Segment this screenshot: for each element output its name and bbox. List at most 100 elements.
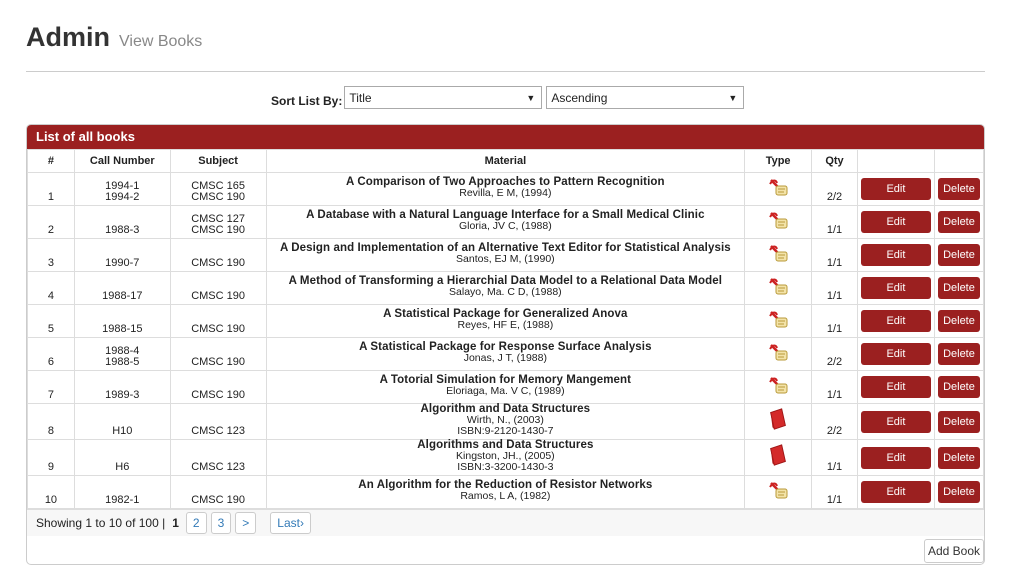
call-number: 1982-1 — [105, 494, 140, 506]
delete-button[interactable]: Delete — [937, 481, 980, 503]
table-row: 3 1990-7 CMSC 190 A Design and Implementati… — [27, 238, 984, 272]
thesis-icon — [767, 176, 789, 198]
delete-button[interactable]: Delete — [937, 410, 980, 433]
qty-cell: 1/1 — [811, 238, 858, 272]
last-page-button[interactable]: Last› — [270, 512, 311, 534]
edit-button[interactable]: Edit — [860, 178, 931, 200]
subject-cell: CMSC 123 — [169, 403, 267, 440]
page-title: Admin — [26, 22, 110, 52]
edit-button[interactable]: Edit — [860, 310, 931, 332]
qty-text: 2/2 — [826, 356, 843, 368]
call-number: 1989-3 — [105, 389, 140, 401]
edit-cell: Edit — [856, 439, 935, 476]
row-number-text: 3 — [47, 257, 54, 269]
delete-button[interactable]: Delete — [937, 376, 980, 398]
book-icon — [767, 407, 789, 430]
call-number: 1988-5 — [105, 356, 140, 368]
qty-cell: 2/2 — [811, 172, 858, 206]
edit-cell: Edit — [856, 271, 935, 305]
thesis-icon — [767, 209, 789, 231]
subject: CMSC 190 — [191, 356, 245, 368]
edit-cell: Edit — [856, 370, 935, 404]
material-cell: A Statistical Package for Generalized An… — [265, 304, 746, 338]
row-number-text: 5 — [47, 323, 54, 335]
delete-button[interactable]: Delete — [937, 310, 980, 332]
delete-button[interactable]: Delete — [937, 211, 980, 233]
delete-button[interactable]: Delete — [937, 244, 980, 266]
table-row: 4 1988-17 CMSC 190 A Method of Transforming… — [27, 271, 984, 305]
row-number: 9 — [27, 439, 75, 476]
type-cell — [744, 271, 813, 305]
subject: CMSC 190 — [191, 224, 245, 236]
edit-button[interactable]: Edit — [860, 481, 931, 503]
edit-button[interactable]: Edit — [860, 277, 931, 299]
edit-button[interactable]: Edit — [860, 410, 931, 433]
subject-cell: CMSC 190 — [169, 238, 267, 272]
edit-cell: Edit — [856, 172, 935, 206]
page-link-2[interactable]: 2 — [185, 512, 207, 534]
edit-button[interactable]: Edit — [860, 244, 931, 266]
qty-cell: 1/1 — [811, 205, 858, 239]
thesis-icon — [767, 374, 789, 396]
subject: CMSC 123 — [191, 461, 245, 473]
subject-cell: CMSC 123 — [169, 439, 267, 476]
page-current: 1 — [172, 516, 179, 530]
type-cell — [744, 475, 813, 509]
edit-button[interactable]: Edit — [860, 376, 931, 398]
books-table: # Call Number Subject Material Type Qty … — [27, 149, 984, 509]
panel-title: List of all books — [27, 125, 984, 149]
edit-button[interactable]: Edit — [860, 343, 931, 365]
edit-button[interactable]: Edit — [860, 446, 931, 469]
sort-order-select[interactable]: Ascending ▼ — [546, 86, 745, 109]
call-number-cell: 1988-15 — [73, 304, 171, 338]
page-header: Admin View Books — [26, 22, 202, 53]
next-page-button[interactable]: > — [235, 512, 257, 534]
sort-field-select[interactable]: Title ▼ — [344, 86, 543, 109]
call-number-cell: 1988-17 — [73, 271, 171, 305]
qty-text: 2/2 — [826, 191, 843, 203]
row-number: 4 — [27, 271, 75, 305]
material-detail: ISBN:3-3200-1430-3 — [457, 461, 554, 473]
delete-button[interactable]: Delete — [937, 446, 980, 469]
material-cell: A Totorial Simulation for Memory Mangeme… — [265, 370, 746, 404]
chevron-down-icon: ▼ — [526, 93, 536, 103]
book-icon — [767, 443, 789, 466]
delete-cell: Delete — [933, 337, 984, 371]
delete-button[interactable]: Delete — [937, 178, 980, 200]
material-detail: Ramos, L A, (1982) — [460, 490, 551, 502]
delete-cell: Delete — [933, 271, 984, 305]
qty-text: 1/1 — [826, 461, 843, 473]
row-number-text: 8 — [47, 425, 54, 437]
delete-button[interactable]: Delete — [937, 343, 980, 365]
add-book-button[interactable]: Add Book — [923, 539, 984, 563]
col-header: Subject — [169, 149, 267, 173]
col-header — [856, 149, 935, 173]
qty-cell: 1/1 — [811, 304, 858, 338]
subject-cell: CMSC 190 — [169, 271, 267, 305]
col-header: Qty — [811, 149, 858, 173]
call-number: 1990-7 — [105, 257, 140, 269]
page-link-3[interactable]: 3 — [210, 512, 232, 534]
thesis-icon — [767, 479, 789, 501]
delete-button[interactable]: Delete — [937, 277, 980, 299]
pagination-summary: Showing 1 to 10 of 100 | — [36, 516, 166, 530]
material-detail: Santos, EJ M, (1990) — [456, 253, 555, 265]
qty-cell: 2/2 — [811, 403, 858, 440]
qty-text: 1/1 — [826, 494, 843, 506]
page-subtitle: View Books — [119, 33, 203, 50]
edit-button[interactable]: Edit — [860, 211, 931, 233]
type-cell — [744, 205, 813, 239]
table-row: 2 1988-3 CMSC 127 CMSC 190 A Database with a… — [27, 205, 984, 239]
qty-text: 1/1 — [826, 389, 843, 401]
call-number-cell: H6 — [73, 439, 171, 476]
panel-footer: Add Book — [27, 536, 984, 564]
type-cell — [744, 370, 813, 404]
table-row: 9 H6 CMSC 123 Algorithms and Data Structure… — [27, 439, 984, 476]
table-header-row: # Call Number Subject Material Type Qty — [27, 149, 984, 173]
material-cell: A Database with a Natural Language Inter… — [265, 205, 746, 239]
subject: CMSC 190 — [191, 323, 245, 335]
call-number: 1994-2 — [105, 191, 140, 203]
qty-text: 1/1 — [826, 290, 843, 302]
type-cell — [744, 304, 813, 338]
material-cell: An Algorithm for the Reduction of Resist… — [265, 475, 746, 509]
